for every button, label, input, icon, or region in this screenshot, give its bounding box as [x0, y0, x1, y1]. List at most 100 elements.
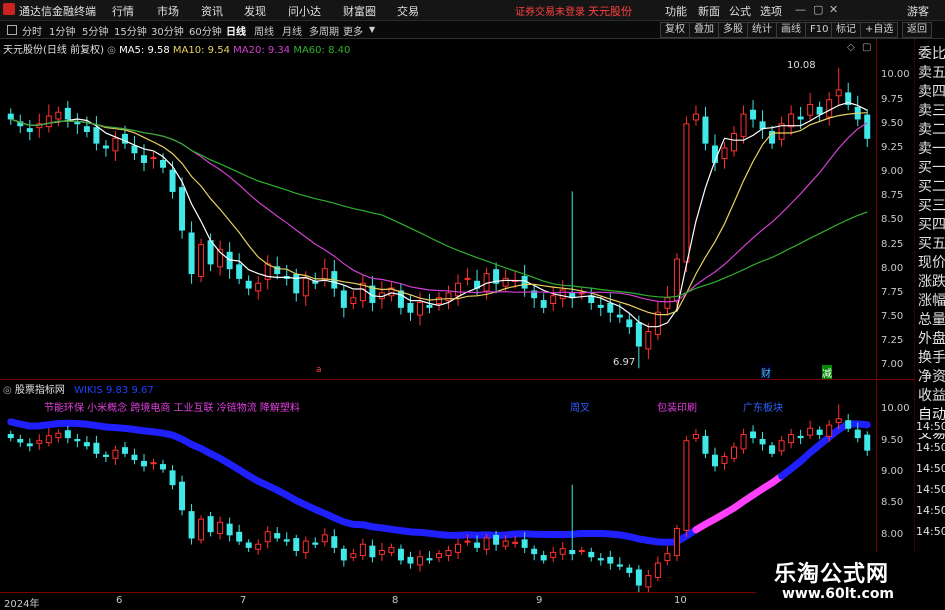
sidebar-item[interactable]: 卖一: [918, 138, 945, 158]
layout-icon[interactable]: [7, 25, 17, 35]
kline-candle: [578, 287, 585, 300]
sidebar-item[interactable]: 卖二: [918, 119, 945, 139]
price-tick: 7.50: [881, 311, 904, 323]
indicator-candle: [350, 548, 357, 562]
kline-candle: [436, 291, 442, 311]
period-5min[interactable]: 5分钟: [82, 23, 108, 38]
sidebar-item[interactable]: 换手: [918, 347, 945, 367]
kline-candle: [369, 275, 376, 312]
minimize-icon[interactable]: —: [795, 3, 806, 16]
restore-icon[interactable]: ▢: [813, 3, 823, 16]
event-marker-finance[interactable]: 财: [761, 365, 771, 380]
indicator-candle: [302, 536, 309, 559]
sidebar-item[interactable]: 净资: [918, 366, 945, 386]
zoom-square-icon[interactable]: ▢: [862, 42, 871, 53]
f10-button[interactable]: F10: [805, 22, 834, 38]
sidebar-item[interactable]: 卖五: [918, 62, 945, 82]
kline-candle: [597, 296, 604, 317]
period-30min[interactable]: 30分钟: [151, 23, 184, 38]
sidebar-item[interactable]: 涨跌: [918, 271, 945, 291]
kline-chart[interactable]: [0, 39, 876, 379]
menu-xuanxiang[interactable]: 选项: [760, 3, 782, 19]
menu-jiaoyi[interactable]: 交易: [397, 3, 419, 19]
indicator-candle: [816, 426, 823, 440]
mark-button[interactable]: 标记: [831, 22, 861, 38]
kline-candle: [64, 101, 71, 128]
guest-label[interactable]: 游客: [907, 3, 929, 19]
price-tick: 7.00: [881, 359, 904, 371]
ma60-value: MA60: 8.40: [293, 45, 351, 56]
kline-candle: [74, 113, 81, 134]
price-tick: 9.75: [881, 93, 904, 105]
menu-gongneng[interactable]: 功能: [665, 3, 687, 19]
menu-zixun[interactable]: 资讯: [201, 3, 223, 19]
period-week[interactable]: 周线: [254, 23, 274, 38]
sidebar-item[interactable]: 卖四: [918, 81, 945, 101]
kline-candle: [626, 314, 633, 334]
sidebar-item[interactable]: 卖三: [918, 100, 945, 120]
indicator-candle: [102, 451, 109, 463]
chevron-down-icon[interactable]: ▼: [369, 25, 375, 34]
sidebar-item[interactable]: 总量: [918, 309, 945, 329]
indicator-param-3: 9.67: [131, 385, 154, 396]
period-1min[interactable]: 1分钟: [49, 23, 75, 38]
event-marker-a[interactable]: a: [316, 365, 322, 375]
sidebar-item[interactable]: 买二: [918, 176, 945, 196]
indicator-candle: [626, 564, 633, 578]
time-label: 14:50: [916, 462, 945, 475]
stats-button[interactable]: 统计: [747, 22, 777, 38]
sidebar-item[interactable]: 外盘: [918, 328, 945, 348]
back-button[interactable]: 返回: [902, 22, 932, 38]
login-warning[interactable]: 证券交易未登录: [515, 3, 585, 18]
kline-candle: [588, 288, 595, 310]
fuquan-button[interactable]: 复权: [660, 22, 690, 38]
period-fenshi[interactable]: 分时: [22, 23, 42, 38]
kline-candle: [150, 151, 157, 169]
menu-faxian[interactable]: 发现: [244, 3, 266, 19]
indicator-candle: [407, 551, 414, 569]
period-day[interactable]: 日线: [226, 23, 246, 38]
add-favorite-button[interactable]: +自选: [860, 22, 899, 38]
period-more[interactable]: 更多: [343, 23, 363, 38]
ma20-value: MA20: 9.34: [233, 45, 291, 56]
kline-candle: [759, 110, 766, 139]
close-icon[interactable]: ✕: [829, 3, 838, 16]
menu-gongshi[interactable]: 公式: [729, 3, 751, 19]
menu-caifuquan[interactable]: 财富圈: [343, 3, 376, 19]
price-axis: 10.00 9.75 9.50 9.25 9.00 8.75 8.50 8.25 8.00 7.7…: [876, 39, 915, 379]
sidebar-item[interactable]: 买一: [918, 157, 945, 177]
sidebar-item[interactable]: 买三: [918, 195, 945, 215]
sidebar-item[interactable]: 现价: [918, 252, 945, 272]
draw-line-button[interactable]: 画线: [776, 22, 806, 38]
sidebar-item[interactable]: 收益: [918, 385, 945, 405]
multi-stock-button[interactable]: 多股: [718, 22, 748, 38]
sidebar-item[interactable]: 买五: [918, 233, 945, 253]
overlay-button[interactable]: 叠加: [689, 22, 719, 38]
sidebar-item[interactable]: 委比: [918, 43, 945, 63]
diamond-icon[interactable]: ◇: [847, 42, 855, 53]
period-15min[interactable]: 15分钟: [114, 23, 147, 38]
sector-tag-guangdong: 广东板块: [743, 403, 783, 414]
settings-icon[interactable]: ◎: [107, 45, 119, 56]
menu-shichang[interactable]: 市场: [157, 3, 179, 19]
sidebar-item[interactable]: 涨幅: [918, 290, 945, 310]
menu-wenxiaoda[interactable]: 问小达: [288, 3, 321, 19]
time-label: 14:50: [916, 483, 945, 496]
kline-candle: [198, 238, 205, 283]
period-multi[interactable]: 多周期: [309, 23, 339, 38]
quote-sidebar: 委比 卖五 卖四 卖三 卖二 卖一 买一 买二 买三 买四 买五 现价 涨跌 涨幅 总量 外盘 换手 净资 收益 自动…: [914, 39, 945, 579]
kline-candle: [854, 95, 861, 127]
period-month[interactable]: 月线: [282, 23, 302, 38]
indicator-candle: [588, 547, 595, 562]
event-marker-reduce[interactable]: 减: [822, 365, 832, 380]
menu-hangqing[interactable]: 行情: [112, 3, 134, 19]
sidebar-item[interactable]: 买四: [918, 214, 945, 234]
settings-icon[interactable]: ◎: [3, 385, 15, 396]
price-tick: 9.25: [881, 141, 904, 153]
indicator-candle: [179, 475, 186, 516]
kline-candle: [378, 281, 385, 309]
period-60min[interactable]: 60分钟: [189, 23, 222, 38]
menu-xinmian[interactable]: 新面: [698, 3, 720, 19]
indicator-candle: [331, 529, 338, 554]
kline-candle: [36, 113, 43, 138]
